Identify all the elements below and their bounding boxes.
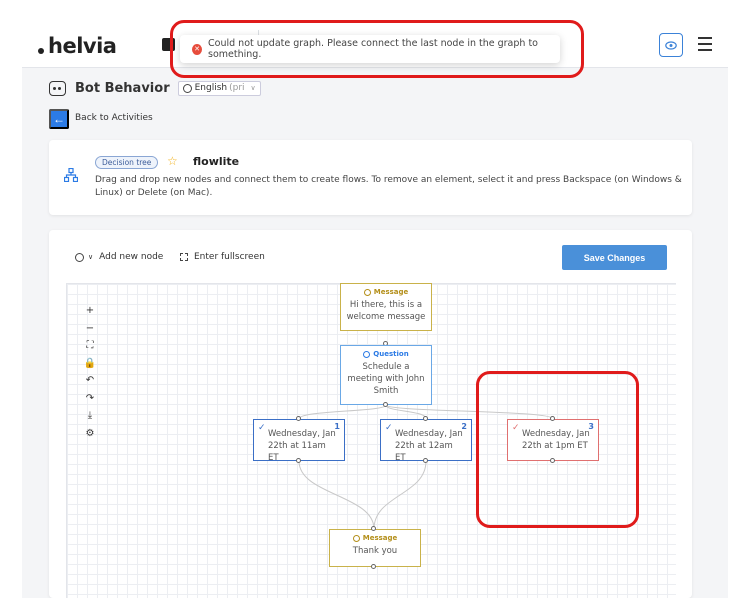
option-number: 2: [461, 422, 467, 431]
node-text: Schedule a meeting with John Smith: [347, 362, 425, 396]
node-type-label: Message: [330, 534, 420, 542]
node-handle[interactable]: [423, 458, 428, 463]
check-icon: ✓: [512, 423, 520, 433]
node-text: Thank you: [352, 546, 398, 556]
node-text: Hi there, this is a welcome message: [346, 300, 426, 322]
node-handle[interactable]: [371, 526, 376, 531]
message-icon: [363, 288, 371, 296]
node-handle[interactable]: [423, 416, 428, 421]
option-number: 3: [588, 422, 594, 431]
question-icon: [363, 350, 371, 358]
option-number: 1: [334, 422, 340, 431]
node-handle[interactable]: [371, 564, 376, 569]
error-icon: ✕: [192, 43, 203, 55]
node-thanks-message[interactable]: Message Thank you: [329, 529, 421, 567]
node-handle-unconnected[interactable]: [550, 458, 555, 463]
edge-option2-thanks: [373, 460, 427, 530]
edge-option1-thanks: [298, 460, 375, 530]
error-toast: ✕ Could not update graph. Please connect…: [180, 35, 560, 63]
edge-question-option1: [298, 404, 387, 420]
node-handle[interactable]: [550, 416, 555, 421]
node-option-1[interactable]: ✓ 1 Wednesday, Jan 22th at 11am ET: [253, 419, 345, 463]
toast-message: Could not update graph. Please connect t…: [208, 38, 538, 60]
node-handle[interactable]: [296, 416, 301, 421]
node-handle[interactable]: [383, 402, 388, 407]
node-type-label: Message: [341, 288, 431, 296]
check-icon: ✓: [258, 423, 266, 433]
node-text: Wednesday, Jan 22th at 1pm ET: [522, 429, 590, 451]
node-welcome-message[interactable]: Message Hi there, this is a welcome mess…: [340, 283, 432, 331]
node-handle[interactable]: [296, 458, 301, 463]
node-option-3[interactable]: ✓ 3 Wednesday, Jan 22th at 1pm ET: [507, 419, 599, 461]
message-icon: [352, 534, 360, 542]
check-icon: ✓: [385, 423, 393, 433]
node-option-2[interactable]: ✓ 2 Wednesday, Jan 22th at 12am ET: [380, 419, 472, 463]
node-type-label: Question: [341, 350, 431, 358]
node-question[interactable]: Question Schedule a meeting with John Sm…: [340, 345, 432, 405]
